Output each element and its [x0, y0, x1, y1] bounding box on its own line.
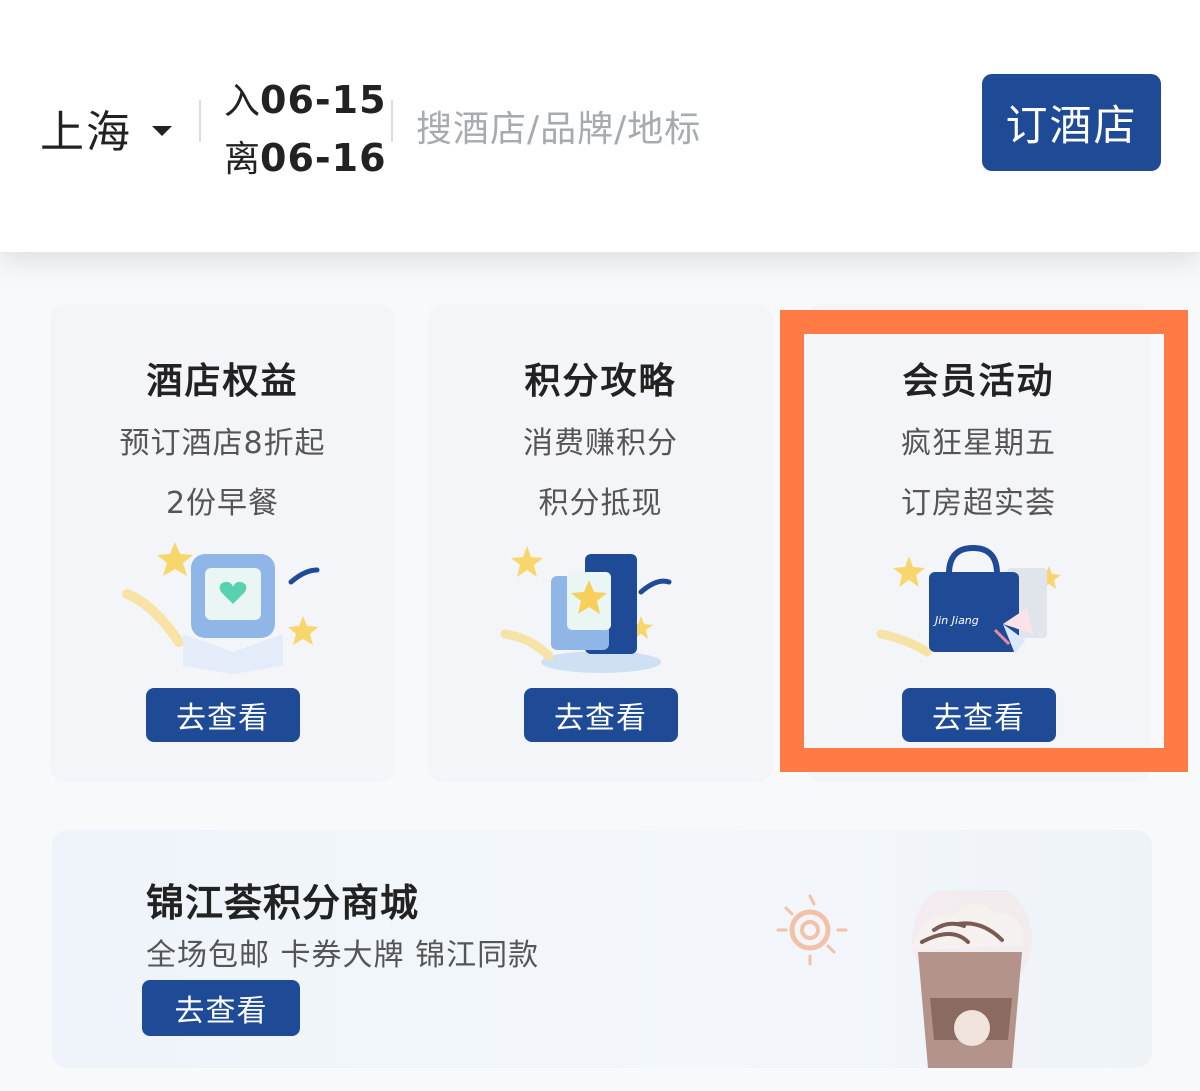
card-member-activity[interactable]: 会员活动 疯狂星期五 订房超实荟 Jin Jiang 去查看 — [806, 304, 1151, 782]
checkin-prefix: 入 — [224, 81, 261, 122]
card-line: 积分抵现 — [538, 486, 663, 521]
checkin-date: 06-15 — [260, 78, 387, 122]
card-line: 订房超实荟 — [901, 486, 1056, 521]
city-selector[interactable]: 上海 — [40, 96, 172, 160]
gift-box-heart-icon — [121, 542, 319, 674]
shopping-bag-icon: Jin Jiang — [876, 544, 1061, 657]
coffee-drink-icon — [776, 890, 1032, 1068]
card-line: 预订酒店8折起 — [119, 426, 326, 461]
city-name: 上海 — [40, 107, 132, 158]
card-line: 2份早餐 — [165, 486, 280, 521]
star-card-icon — [500, 546, 671, 673]
view-button[interactable]: 去查看 — [145, 688, 300, 742]
card-line: 消费赚积分 — [523, 426, 678, 461]
date-selector[interactable]: 入 06-15 离 06-16 — [224, 72, 387, 188]
checkout-date: 06-16 — [260, 136, 387, 180]
divider — [199, 100, 201, 142]
search-input[interactable]: 搜酒店/品牌/地标 — [416, 100, 701, 152]
search-header: 上海 入 06-15 离 06-16 搜酒店/品牌/地标 订酒店 — [0, 0, 1200, 252]
card-title: 酒店权益 — [146, 361, 299, 402]
checkout-row: 离 06-16 — [224, 130, 387, 188]
checkout-prefix: 离 — [224, 139, 261, 180]
view-button[interactable]: 去查看 — [523, 688, 678, 742]
card-title: 会员活动 — [902, 361, 1055, 402]
mall-subtitle: 全场包邮 卡券大牌 锦江同款 — [146, 938, 540, 973]
card-points-guide[interactable]: 积分攻略 消费赚积分 积分抵现 去查看 — [428, 304, 773, 782]
checkin-row: 入 06-15 — [224, 72, 387, 130]
divider — [391, 100, 393, 142]
card-line: 疯狂星期五 — [901, 426, 1056, 461]
view-button[interactable]: 去查看 — [901, 688, 1056, 742]
chevron-down-icon — [152, 126, 172, 136]
book-hotel-button[interactable]: 订酒店 — [982, 74, 1161, 171]
card-title: 积分攻略 — [524, 361, 677, 402]
view-button[interactable]: 去查看 — [142, 980, 300, 1036]
card-hotel-benefits[interactable]: 酒店权益 预订酒店8折起 2份早餐 去查看 — [50, 304, 395, 782]
mall-title: 锦江荟积分商城 — [146, 881, 420, 925]
brand-logo-text: Jin Jiang — [933, 614, 979, 627]
points-mall-banner[interactable]: 锦江荟积分商城 全场包邮 卡券大牌 锦江同款 去查看 — [52, 830, 1152, 1068]
